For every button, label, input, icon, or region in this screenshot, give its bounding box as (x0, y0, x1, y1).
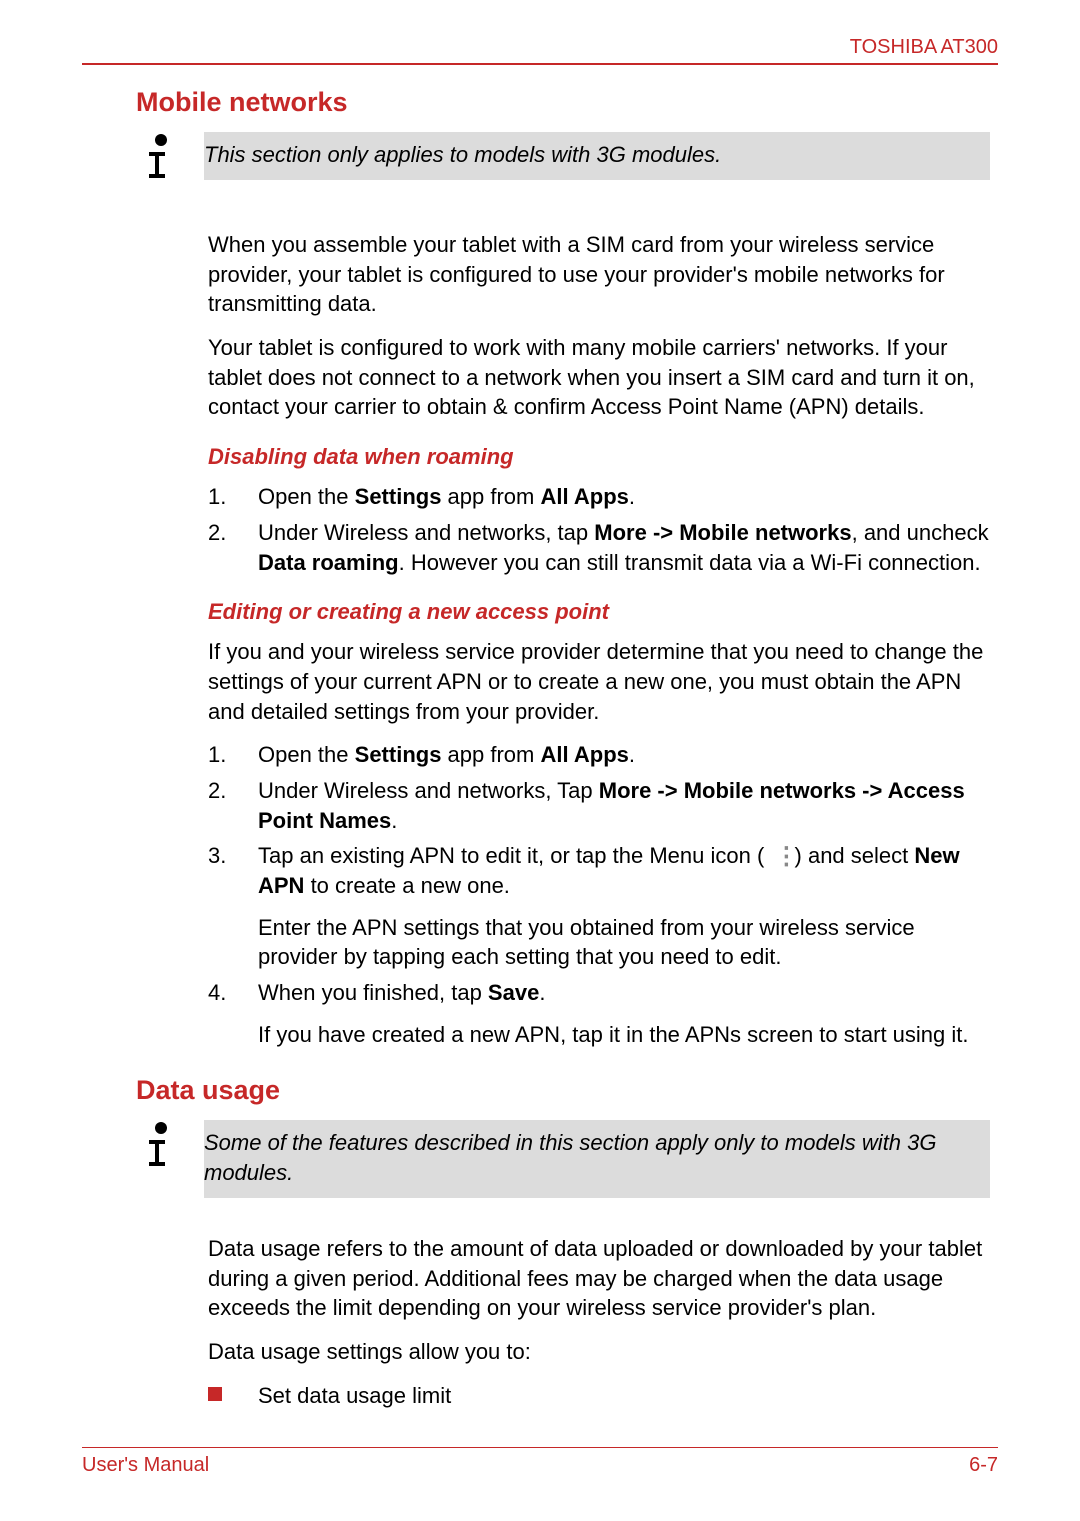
text: app from (441, 742, 540, 767)
info-icon (136, 132, 186, 182)
header-rule (82, 63, 998, 65)
text: . However you can still transmit data vi… (399, 550, 981, 575)
text: Open the (258, 484, 355, 509)
step: Under Wireless and networks, Tap More ->… (208, 776, 990, 835)
mobile-networks-content: When you assemble your tablet with a SIM… (208, 230, 990, 1049)
bold: Save (488, 980, 539, 1005)
body: Mobile networks This section only applie… (82, 87, 998, 1410)
text: Open the (258, 742, 355, 767)
steps-disabling-roaming: Open the Settings app from All Apps. Und… (208, 482, 990, 577)
paragraph: Your tablet is configured to work with m… (208, 333, 990, 422)
note-mobile-networks: This section only applies to models with… (136, 132, 990, 182)
note-text: Some of the features described in this s… (204, 1120, 990, 1197)
step: When you finished, tap Save. If you have… (208, 978, 990, 1049)
footer: User's Manual 6-7 (82, 1447, 998, 1477)
note-text: This section only applies to models with… (204, 132, 990, 180)
step: Tap an existing APN to edit it, or tap t… (208, 841, 990, 972)
bold: Data roaming (258, 550, 399, 575)
footer-rule (82, 1447, 998, 1448)
subheading-edit-apn: Editing or creating a new access point (208, 599, 990, 625)
text: . (629, 484, 635, 509)
product-label: TOSHIBA AT300 (82, 36, 998, 59)
steps-edit-apn: Open the Settings app from All Apps. Und… (208, 740, 990, 1049)
footer-page-number: 6-7 (969, 1454, 998, 1477)
bold: All Apps (540, 484, 628, 509)
note-data-usage: Some of the features described in this s… (136, 1120, 990, 1197)
step: Under Wireless and networks, tap More ->… (208, 518, 990, 577)
text: app from (441, 484, 540, 509)
text: ) and select (788, 843, 914, 868)
text: Tap an existing APN to edit it, or tap t… (258, 843, 770, 868)
bullet-list: Set data usage limit (208, 1381, 990, 1411)
red-square-bullet-icon (208, 1387, 222, 1401)
step: Open the Settings app from All Apps. (208, 740, 990, 770)
heading-mobile-networks: Mobile networks (136, 87, 990, 118)
text: to create a new one. (304, 873, 509, 898)
paragraph: Data usage refers to the amount of data … (208, 1234, 990, 1323)
data-usage-content: Data usage refers to the amount of data … (208, 1234, 990, 1410)
bullet-text: Set data usage limit (258, 1383, 451, 1408)
text: . (629, 742, 635, 767)
paragraph: If you and your wireless service provide… (208, 637, 990, 726)
heading-data-usage: Data usage (136, 1075, 990, 1106)
text: Under Wireless and networks, tap (258, 520, 594, 545)
step-note: Enter the APN settings that you obtained… (258, 913, 990, 972)
footer-left: User's Manual (82, 1454, 209, 1477)
bold: More -> Mobile networks (594, 520, 851, 545)
step-note: If you have created a new APN, tap it in… (258, 1020, 990, 1050)
text: , and uncheck (852, 520, 989, 545)
text: When you finished, tap (258, 980, 488, 1005)
step: Open the Settings app from All Apps. (208, 482, 990, 512)
text: . (539, 980, 545, 1005)
paragraph: When you assemble your tablet with a SIM… (208, 230, 990, 319)
bold: Settings (355, 742, 442, 767)
list-item: Set data usage limit (208, 1381, 990, 1411)
bold: All Apps (540, 742, 628, 767)
page: TOSHIBA AT300 Mobile networks This secti… (0, 0, 1080, 1521)
paragraph: Data usage settings allow you to: (208, 1337, 990, 1367)
text: Under Wireless and networks, Tap (258, 778, 599, 803)
subheading-disabling-roaming: Disabling data when roaming (208, 444, 990, 470)
menu-dots-icon (772, 846, 786, 866)
info-icon (136, 1120, 186, 1170)
text: . (391, 808, 397, 833)
bold: Settings (355, 484, 442, 509)
footer-row: User's Manual 6-7 (82, 1454, 998, 1477)
